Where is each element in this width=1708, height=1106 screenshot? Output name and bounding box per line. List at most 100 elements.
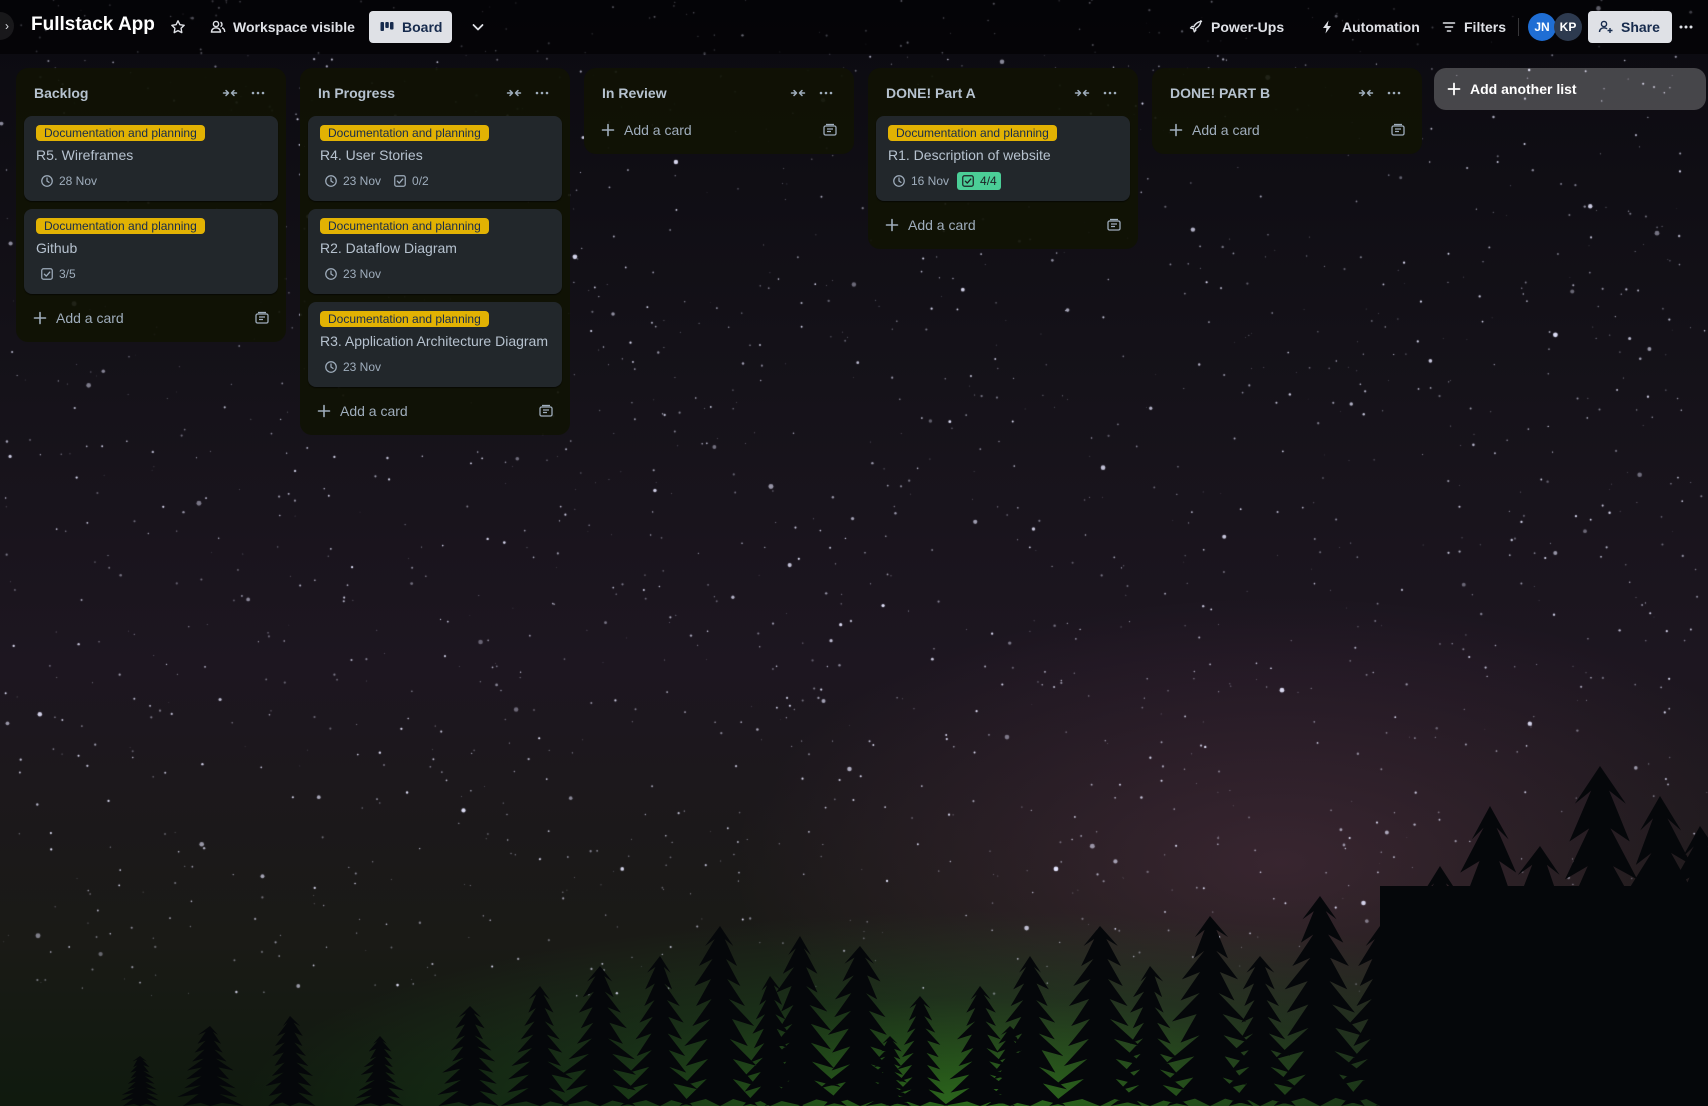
list-header: In Review bbox=[590, 74, 848, 112]
add-card-button[interactable]: Add a card bbox=[308, 395, 562, 427]
card-label[interactable]: Documentation and planning bbox=[36, 125, 205, 141]
plus-icon bbox=[1447, 82, 1461, 96]
clock-icon bbox=[324, 174, 338, 188]
share-button[interactable]: Share bbox=[1588, 11, 1672, 43]
board-header: › Fullstack App Workspace visible Board … bbox=[0, 0, 1708, 54]
due-date-badge[interactable]: 28 Nov bbox=[36, 172, 101, 190]
list-actions-icon[interactable] bbox=[1096, 79, 1124, 107]
collapse-list-icon[interactable] bbox=[784, 79, 812, 107]
add-card-label: Add a card bbox=[1192, 122, 1260, 138]
card-template-icon[interactable] bbox=[254, 310, 270, 326]
collapse-list-icon[interactable] bbox=[216, 79, 244, 107]
card[interactable]: Documentation and planning R4. User Stor… bbox=[308, 116, 562, 201]
header-divider bbox=[1518, 18, 1519, 36]
checklist-badge: 4/4 bbox=[957, 172, 1001, 190]
card-label[interactable]: Documentation and planning bbox=[320, 218, 489, 234]
automation-label: Automation bbox=[1342, 19, 1420, 35]
card-title: R1. Description of website bbox=[888, 147, 1051, 163]
rocket-icon bbox=[1189, 20, 1203, 33]
add-card-button[interactable]: Add a card bbox=[1160, 114, 1414, 146]
card-title: R2. Dataflow Diagram bbox=[320, 240, 457, 256]
expand-sidebar-button[interactable]: › bbox=[0, 12, 14, 40]
board-menu-button[interactable] bbox=[1672, 11, 1700, 43]
list-title[interactable]: DONE! Part A bbox=[886, 85, 1068, 101]
plus-icon bbox=[32, 310, 48, 326]
views-dropdown-button[interactable] bbox=[464, 11, 492, 43]
clock-icon bbox=[324, 360, 338, 374]
list-in-progress: In Progress Documentation and planning R… bbox=[300, 68, 570, 435]
card[interactable]: Documentation and planning Github 3/5 bbox=[24, 209, 278, 294]
add-card-button[interactable]: Add a card bbox=[24, 302, 278, 334]
add-list-label: Add another list bbox=[1470, 81, 1577, 97]
card-template-icon[interactable] bbox=[822, 122, 838, 138]
card-template-icon[interactable] bbox=[538, 403, 554, 419]
list-header: Backlog bbox=[22, 74, 280, 112]
list-actions-icon[interactable] bbox=[812, 79, 840, 107]
chevron-right-icon: › bbox=[5, 19, 9, 33]
plus-icon bbox=[316, 403, 332, 419]
due-date-text: 16 Nov bbox=[911, 174, 950, 188]
add-card-button[interactable]: Add a card bbox=[592, 114, 846, 146]
list-actions-icon[interactable] bbox=[1380, 79, 1408, 107]
board-view-button[interactable]: Board bbox=[369, 11, 453, 43]
chevron-down-icon bbox=[472, 24, 484, 31]
avatar-initials: JN bbox=[1534, 20, 1550, 34]
card-template-icon[interactable] bbox=[1390, 122, 1406, 138]
list-actions-icon[interactable] bbox=[528, 79, 556, 107]
add-card-label: Add a card bbox=[624, 122, 692, 138]
avatar-jn[interactable]: JN bbox=[1528, 13, 1556, 41]
checklist-count: 4/4 bbox=[980, 174, 997, 188]
list-title[interactable]: DONE! PART B bbox=[1170, 85, 1352, 101]
card-label[interactable]: Documentation and planning bbox=[320, 311, 489, 327]
add-card-label: Add a card bbox=[56, 310, 124, 326]
filters-button[interactable]: Filters bbox=[1431, 11, 1516, 43]
list-actions-icon[interactable] bbox=[244, 79, 272, 107]
plus-icon bbox=[884, 217, 900, 233]
due-date-text: 23 Nov bbox=[343, 360, 382, 374]
card[interactable]: Documentation and planning R1. Descripti… bbox=[876, 116, 1130, 201]
list-title[interactable]: Backlog bbox=[34, 85, 216, 101]
avatar-kp[interactable]: KP bbox=[1554, 13, 1582, 41]
visibility-button[interactable]: Workspace visible bbox=[200, 11, 365, 43]
collapse-list-icon[interactable] bbox=[500, 79, 528, 107]
clock-icon bbox=[40, 174, 54, 188]
due-date-badge[interactable]: 23 Nov bbox=[320, 358, 385, 376]
card-badges: 28 Nov bbox=[36, 169, 266, 193]
checklist-icon bbox=[40, 267, 54, 281]
card-badges: 23 Nov bbox=[320, 355, 550, 379]
clock-icon bbox=[892, 174, 906, 188]
list-title[interactable]: In Progress bbox=[318, 85, 500, 101]
lightning-icon bbox=[1323, 20, 1331, 34]
collapse-list-icon[interactable] bbox=[1068, 79, 1096, 107]
list-header: DONE! PART B bbox=[1158, 74, 1416, 112]
share-label: Share bbox=[1621, 19, 1660, 35]
board-view-label: Board bbox=[402, 19, 443, 35]
list-done-part-b: DONE! PART B Add a card bbox=[1152, 68, 1422, 154]
card[interactable]: Documentation and planning R2. Dataflow … bbox=[308, 209, 562, 294]
add-card-button[interactable]: Add a card bbox=[876, 209, 1130, 241]
plus-icon bbox=[600, 122, 616, 138]
card-label[interactable]: Documentation and planning bbox=[888, 125, 1057, 141]
collapse-list-icon[interactable] bbox=[1352, 79, 1380, 107]
checklist-count: 3/5 bbox=[59, 267, 76, 281]
due-date-badge[interactable]: 16 Nov bbox=[888, 172, 953, 190]
card[interactable]: Documentation and planning R5. Wireframe… bbox=[24, 116, 278, 201]
list-in-review: In Review Add a card bbox=[584, 68, 854, 154]
star-button[interactable] bbox=[166, 11, 190, 43]
automation-button[interactable]: Automation bbox=[1309, 11, 1430, 43]
powerups-button[interactable]: Power-Ups bbox=[1178, 11, 1294, 43]
list-title[interactable]: In Review bbox=[602, 85, 784, 101]
clock-icon bbox=[324, 267, 338, 281]
board-icon bbox=[380, 22, 394, 31]
add-list-button[interactable]: Add another list bbox=[1434, 68, 1706, 110]
board-title[interactable]: Fullstack App bbox=[31, 14, 155, 36]
due-date-badge[interactable]: 23 Nov bbox=[320, 265, 385, 283]
due-date-badge[interactable]: 23 Nov bbox=[320, 172, 385, 190]
filters-label: Filters bbox=[1464, 19, 1507, 35]
checklist-badge: 0/2 bbox=[389, 172, 433, 190]
card-label[interactable]: Documentation and planning bbox=[320, 125, 489, 141]
list-backlog: Backlog Documentation and planning R5. W… bbox=[16, 68, 286, 342]
card[interactable]: Documentation and planning R3. Applicati… bbox=[308, 302, 562, 387]
card-label[interactable]: Documentation and planning bbox=[36, 218, 205, 234]
card-template-icon[interactable] bbox=[1106, 217, 1122, 233]
